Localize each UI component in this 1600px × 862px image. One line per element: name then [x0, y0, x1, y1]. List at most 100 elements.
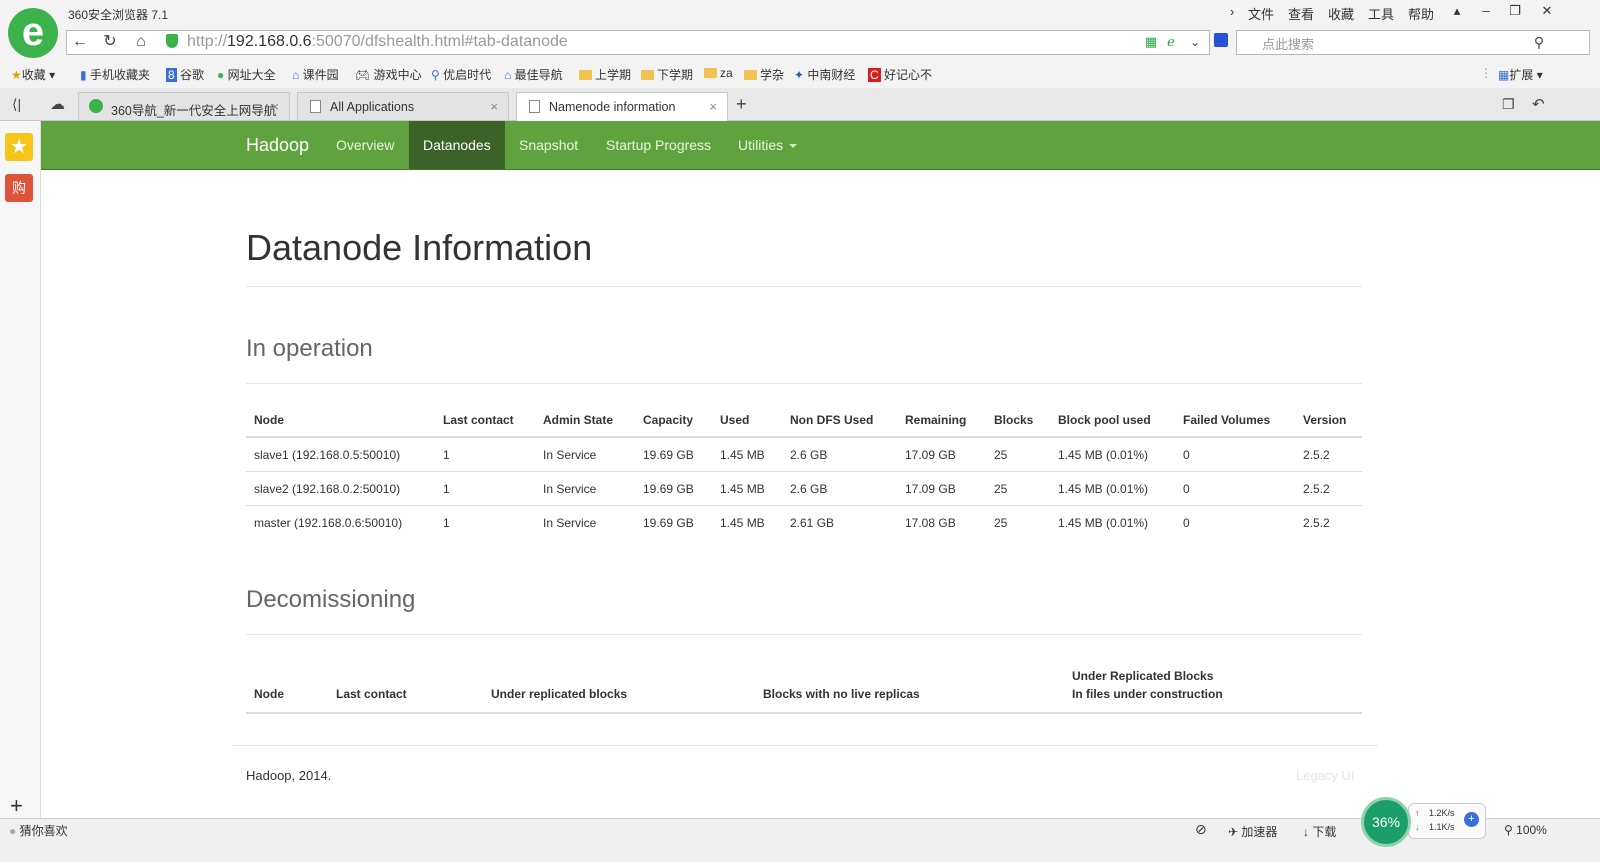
bookmark-google[interactable]: 8 谷歌: [166, 66, 204, 83]
bookmark-sites[interactable]: ● 网址大全: [217, 66, 276, 83]
cell-non-dfs-used: 2.6 GB: [782, 436, 897, 472]
cell-failed-volumes: 0: [1175, 436, 1295, 472]
bookmark-games[interactable]: 🎮︎ 游戏中心: [355, 66, 422, 83]
shopping-icon[interactable]: 购: [5, 174, 33, 202]
close-icon[interactable]: ×: [490, 99, 498, 114]
accelerator-button[interactable]: ✈ 加速器: [1228, 823, 1277, 840]
cell-capacity: 19.69 GB: [635, 436, 712, 472]
column-header-line: Under Replicated Blocks: [1072, 669, 1214, 683]
zoom-control[interactable]: ⚲ 100%: [1504, 823, 1547, 837]
network-speed-panel[interactable]: 1.2K/s 1.1K/s ↑ ↓ +: [1408, 803, 1486, 839]
nav-datanodes[interactable]: Datanodes: [409, 121, 505, 169]
cell-node: slave2 (192.168.0.2:50010): [246, 471, 435, 506]
qr-code-icon[interactable]: ▦: [1140, 31, 1162, 53]
column-header: Failed Volumes: [1175, 403, 1295, 438]
column-header: Node: [246, 653, 328, 714]
home-icon[interactable]: ⌂: [130, 31, 152, 53]
speed-mode-icon[interactable]: ℯ: [1160, 31, 1182, 53]
search-engine-icon[interactable]: [1214, 33, 1228, 47]
maximize-button[interactable]: ❐: [1504, 2, 1526, 20]
nav-overview[interactable]: Overview: [322, 121, 408, 169]
dot-icon: ●: [9, 824, 17, 838]
column-header: Capacity: [635, 403, 712, 438]
menu-view[interactable]: 查看: [1288, 4, 1314, 23]
site-favicon-icon: [89, 99, 103, 113]
column-header: Last contact: [435, 403, 535, 438]
tab-list-icon[interactable]: ❐: [1502, 96, 1515, 113]
cell-block-pool-used: 1.45 MB (0.01%): [1050, 471, 1175, 506]
cell-version: 2.5.2: [1295, 505, 1362, 539]
download-speed: 1.1K/s: [1429, 822, 1455, 832]
column-header: Version: [1295, 403, 1362, 438]
hadoop-brand[interactable]: Hadoop: [232, 121, 323, 169]
section-decomissioning: Decomissioning: [246, 586, 416, 613]
nav-snapshot[interactable]: Snapshot: [505, 121, 592, 169]
cell-remaining: 17.09 GB: [897, 471, 986, 506]
minimize-button[interactable]: –: [1475, 2, 1497, 20]
favorites-star-icon[interactable]: ★: [5, 133, 33, 161]
google-icon: 8: [166, 68, 177, 82]
menu-help[interactable]: 帮助: [1408, 4, 1434, 23]
menu-tools[interactable]: 工具: [1368, 4, 1394, 23]
add-sidebar-icon[interactable]: +: [10, 793, 23, 819]
tab-label: 360导航_新一代安全上网导航: [111, 104, 277, 118]
nav-startup-progress[interactable]: Startup Progress: [592, 121, 725, 169]
url-text[interactable]: http://192.168.0.6:50070/dfshealth.html#…: [187, 33, 568, 51]
menu-favorites[interactable]: 收藏: [1328, 4, 1354, 23]
bookmark-folder-next-term[interactable]: 下学期: [641, 66, 693, 83]
status-bar: [0, 818, 1600, 862]
extensions-button[interactable]: ▦扩展 ▾: [1498, 66, 1543, 83]
tab-label: Namenode information: [549, 100, 676, 114]
bookmark-favorites[interactable]: ★收藏 ▾: [11, 66, 55, 83]
tab-namenode-information[interactable]: Namenode information ×: [516, 92, 728, 121]
tab-360-nav[interactable]: 360导航_新一代安全上网导航 ×: [78, 92, 290, 120]
bookmark-folder-xueza[interactable]: 学杂: [744, 66, 784, 83]
close-icon[interactable]: ×: [709, 99, 717, 114]
bookmark-mobile[interactable]: ▮ 手机收藏夹: [80, 66, 150, 83]
new-tab-button[interactable]: +: [736, 94, 747, 115]
bookmark-haojixin[interactable]: C 好记心不: [868, 66, 932, 83]
bookmark-best-nav[interactable]: ⌂ 最佳导航: [504, 66, 563, 83]
privacy-icon[interactable]: ⊘: [1195, 821, 1207, 838]
legacy-ui-link[interactable]: Legacy UI: [1296, 768, 1355, 783]
tab-all-applications[interactable]: All Applications ×: [297, 92, 509, 120]
boost-plus-icon[interactable]: +: [1464, 812, 1479, 827]
cell-used: 1.45 MB: [712, 436, 782, 472]
menu-expand-icon[interactable]: ›: [1230, 4, 1234, 19]
close-icon[interactable]: ×: [271, 99, 279, 114]
table-row: slave2 (192.168.0.2:50010) 1 In Service …: [246, 471, 1362, 506]
bookmark-kejianyuan[interactable]: ⌂ 课件园: [292, 66, 339, 83]
guess-you-like[interactable]: ● 猜你喜欢: [9, 822, 68, 839]
bookmark-folder-za[interactable]: za: [704, 66, 733, 80]
folder-icon: [641, 70, 654, 80]
close-button[interactable]: ✕: [1536, 2, 1558, 20]
bookmark-folder-last-term[interactable]: 上学期: [579, 66, 631, 83]
nav-utilities[interactable]: Utilities: [724, 121, 811, 169]
bookmark-youqi[interactable]: ⚲ 优启时代: [431, 66, 491, 83]
menu-file[interactable]: 文件: [1248, 4, 1274, 23]
column-header: Remaining: [897, 403, 986, 438]
cell-node: slave1 (192.168.0.5:50010): [246, 436, 435, 472]
more-dots-icon[interactable]: ⋮: [1480, 66, 1492, 80]
folder-icon: [744, 70, 757, 80]
tab-scroll-left-icon[interactable]: ⟨|: [12, 96, 21, 113]
skin-icon[interactable]: ▴: [1446, 2, 1468, 20]
back-arrow-icon[interactable]: ←: [69, 31, 91, 53]
cloud-icon[interactable]: ☁: [50, 95, 65, 113]
cell-failed-volumes: 0: [1175, 471, 1295, 506]
bookmark-zuel[interactable]: ✦ 中南财经: [794, 66, 855, 83]
download-button[interactable]: ↓ 下载: [1303, 823, 1336, 840]
column-header: Under Replicated Blocks In files under co…: [1064, 653, 1362, 714]
cell-remaining: 17.09 GB: [897, 436, 986, 472]
refresh-icon[interactable]: ↻: [99, 31, 121, 53]
undo-close-icon[interactable]: ↶: [1532, 95, 1545, 113]
down-arrow-icon: ↓: [1415, 822, 1420, 832]
column-header-line: In files under construction: [1072, 687, 1223, 701]
search-icon[interactable]: ⚲: [1528, 31, 1550, 53]
rocket-icon: ✈: [1228, 825, 1239, 839]
title-divider: [246, 286, 1362, 287]
search-placeholder: 点此搜索: [1262, 37, 1315, 52]
cell-block-pool-used: 1.45 MB (0.01%): [1050, 436, 1175, 472]
chevron-down-icon[interactable]: ⌄: [1184, 31, 1206, 53]
speed-ball[interactable]: 36%: [1361, 797, 1411, 847]
